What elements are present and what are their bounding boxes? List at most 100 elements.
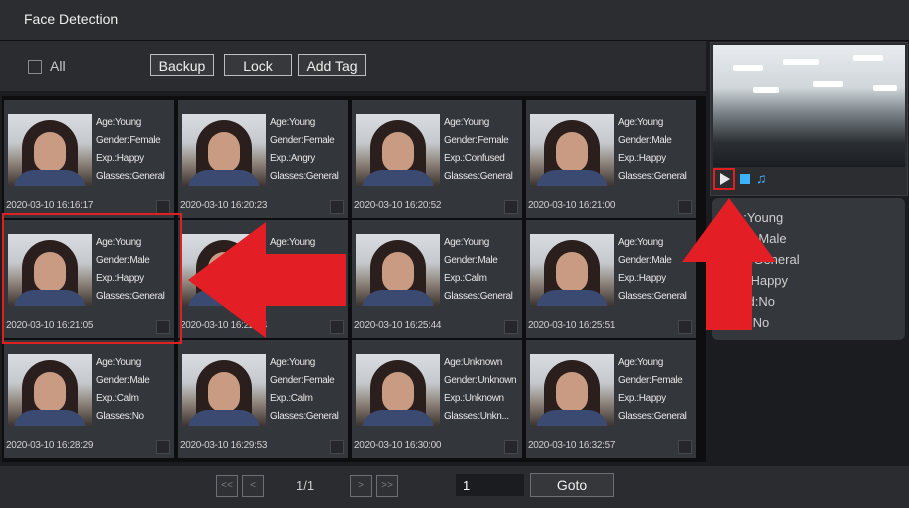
gender-attribute: Gender:Female xyxy=(444,135,509,146)
record-select-checkbox[interactable] xyxy=(330,200,344,214)
face-record-card[interactable]: Age:Unknown Gender:Unknown Exp.:Unknown Gla… xyxy=(352,340,522,458)
gender-attribute: Gender:Female xyxy=(270,375,335,386)
record-select-checkbox[interactable] xyxy=(330,440,344,454)
play-button[interactable] xyxy=(713,168,735,190)
expression-attribute: Exp.:Happy xyxy=(618,393,666,404)
glasses-attribute: Glasses:Unkn... xyxy=(444,411,509,422)
first-page-button[interactable]: << xyxy=(216,475,238,497)
face-attributes: Age:Young Gender:Female Exp.:Happy Glasses:… xyxy=(96,114,174,186)
last-page-button[interactable]: >> xyxy=(376,475,398,497)
expression-attribute: Exp.:Happy xyxy=(618,153,666,164)
face-thumbnail xyxy=(356,354,440,426)
record-select-checkbox[interactable] xyxy=(504,200,518,214)
prev-page-button[interactable]: < xyxy=(242,475,264,497)
goto-page-input[interactable] xyxy=(456,474,524,496)
expression-attribute: Exp.:Calm xyxy=(444,273,487,284)
face-record-card[interactable]: Age:Young Gender:Male Exp.:Happy Glasses:Ge… xyxy=(526,220,696,338)
glasses-attribute: Glasses:General xyxy=(96,171,165,182)
glasses-attribute: Glasses:General xyxy=(618,411,687,422)
expression-attribute: Exp.:Happy xyxy=(96,153,144,164)
age-attribute: Age:Young xyxy=(270,357,315,368)
goto-button[interactable]: Goto xyxy=(530,473,614,497)
age-attribute: Age:Young xyxy=(618,357,663,368)
arrow-left-icon xyxy=(188,222,346,338)
play-icon xyxy=(720,173,730,185)
record-select-checkbox[interactable] xyxy=(504,320,518,334)
select-all-checkbox[interactable] xyxy=(28,60,42,74)
face-thumbnail xyxy=(182,354,266,426)
gender-attribute: Gender:Male xyxy=(618,135,672,146)
expression-attribute: Exp.:Angry xyxy=(270,153,315,164)
age-attribute: Age:Young xyxy=(96,357,141,368)
face-attributes: Age:Young Gender:Male Exp.:Calm Glasses:Gen… xyxy=(444,234,522,306)
face-record-card[interactable]: Age:Young Gender:Female Exp.:Angry Glasses:… xyxy=(178,100,348,218)
glasses-attribute: Glasses:General xyxy=(270,411,339,422)
face-thumbnail xyxy=(530,234,614,306)
add-tag-button[interactable]: Add Tag xyxy=(298,54,366,76)
preview-frame xyxy=(713,45,905,167)
video-preview[interactable] xyxy=(710,42,908,196)
page-indicator: 1/1 xyxy=(296,478,315,493)
face-attributes: Age:Young Gender:Female Exp.:Confused Glass… xyxy=(444,114,522,186)
gender-attribute: Gender:Male xyxy=(96,375,150,386)
glasses-attribute: Glasses:No xyxy=(96,411,144,422)
expression-attribute: Exp.:Unknown xyxy=(444,393,504,404)
selected-record-highlight xyxy=(2,213,182,344)
title-bar: Face Detection xyxy=(0,0,909,41)
face-record-card[interactable]: Age:Young Gender:Female Exp.:Calm Glasses:G… xyxy=(178,340,348,458)
lock-button[interactable]: Lock xyxy=(224,54,292,76)
capture-timestamp: 2020-03-10 16:32:57 xyxy=(528,440,616,451)
age-attribute: Age:Unknown xyxy=(444,357,502,368)
face-thumbnail xyxy=(530,114,614,186)
face-thumbnail xyxy=(356,114,440,186)
expression-attribute: Exp.:Confused xyxy=(444,153,505,164)
face-thumbnail xyxy=(530,354,614,426)
record-select-checkbox[interactable] xyxy=(678,440,692,454)
capture-timestamp: 2020-03-10 16:21:00 xyxy=(528,200,616,211)
record-select-checkbox[interactable] xyxy=(504,440,518,454)
face-record-card[interactable]: Age:Young Gender:Male Exp.:Calm Glasses:Gen… xyxy=(352,220,522,338)
capture-timestamp: 2020-03-10 16:25:51 xyxy=(528,320,616,331)
face-record-card[interactable]: Age:Young Gender:Female Exp.:Happy Glasses:… xyxy=(4,100,174,218)
volume-icon[interactable]: ♫ xyxy=(756,170,767,186)
face-record-card[interactable]: Age:Young Gender:Male Exp.:Calm Glasses:No 2… xyxy=(4,340,174,458)
arrow-up-icon xyxy=(682,198,776,330)
face-record-card[interactable]: Age:Young Gender:Male Exp.:Happy Glasses:Ge… xyxy=(526,100,696,218)
next-page-button[interactable]: > xyxy=(350,475,372,497)
face-attributes: Age:Unknown Gender:Unknown Exp.:Unknown Gla… xyxy=(444,354,522,426)
age-attribute: Age:Young xyxy=(444,117,489,128)
gender-attribute: Gender:Male xyxy=(444,255,498,266)
glasses-attribute: Glasses:General xyxy=(270,171,339,182)
capture-timestamp: 2020-03-10 16:20:23 xyxy=(180,200,268,211)
face-thumbnail xyxy=(356,234,440,306)
glasses-attribute: Glasses:General xyxy=(444,291,513,302)
face-thumbnail xyxy=(8,354,92,426)
capture-timestamp: 2020-03-10 16:16:17 xyxy=(6,200,94,211)
gender-attribute: Gender:Female xyxy=(618,375,683,386)
gender-attribute: Gender:Female xyxy=(270,135,335,146)
capture-timestamp: 2020-03-10 16:30:00 xyxy=(354,440,442,451)
capture-timestamp: 2020-03-10 16:25:44 xyxy=(354,320,442,331)
glasses-attribute: Glasses:General xyxy=(444,171,513,182)
face-record-card[interactable]: Age:Young Gender:Female Exp.:Happy Glasses:… xyxy=(526,340,696,458)
gender-attribute: Gender:Female xyxy=(96,135,161,146)
backup-button[interactable]: Backup xyxy=(150,54,214,76)
age-attribute: Age:Young xyxy=(96,117,141,128)
expression-attribute: Exp.:Calm xyxy=(96,393,139,404)
age-attribute: Age:Young xyxy=(444,237,489,248)
face-attributes: Age:Young Gender:Male Exp.:Calm Glasses:No xyxy=(96,354,174,426)
age-attribute: Age:Young xyxy=(270,117,315,128)
record-select-checkbox[interactable] xyxy=(156,440,170,454)
gender-attribute: Gender:Unknown xyxy=(444,375,517,386)
capture-timestamp: 2020-03-10 16:20:52 xyxy=(354,200,442,211)
face-attributes: Age:Young Gender:Female Exp.:Angry Glasses:… xyxy=(270,114,348,186)
window-title: Face Detection xyxy=(24,11,119,27)
stop-icon[interactable] xyxy=(740,174,750,184)
select-all-label: All xyxy=(50,58,66,74)
face-attributes: Age:Young Gender:Female Exp.:Calm Glasses:G… xyxy=(270,354,348,426)
age-attribute: Age:Young xyxy=(618,117,663,128)
face-record-card[interactable]: Age:Young Gender:Female Exp.:Confused Glass… xyxy=(352,100,522,218)
record-select-checkbox[interactable] xyxy=(156,200,170,214)
face-thumbnail xyxy=(182,114,266,186)
expression-attribute: Exp.:Calm xyxy=(270,393,313,404)
